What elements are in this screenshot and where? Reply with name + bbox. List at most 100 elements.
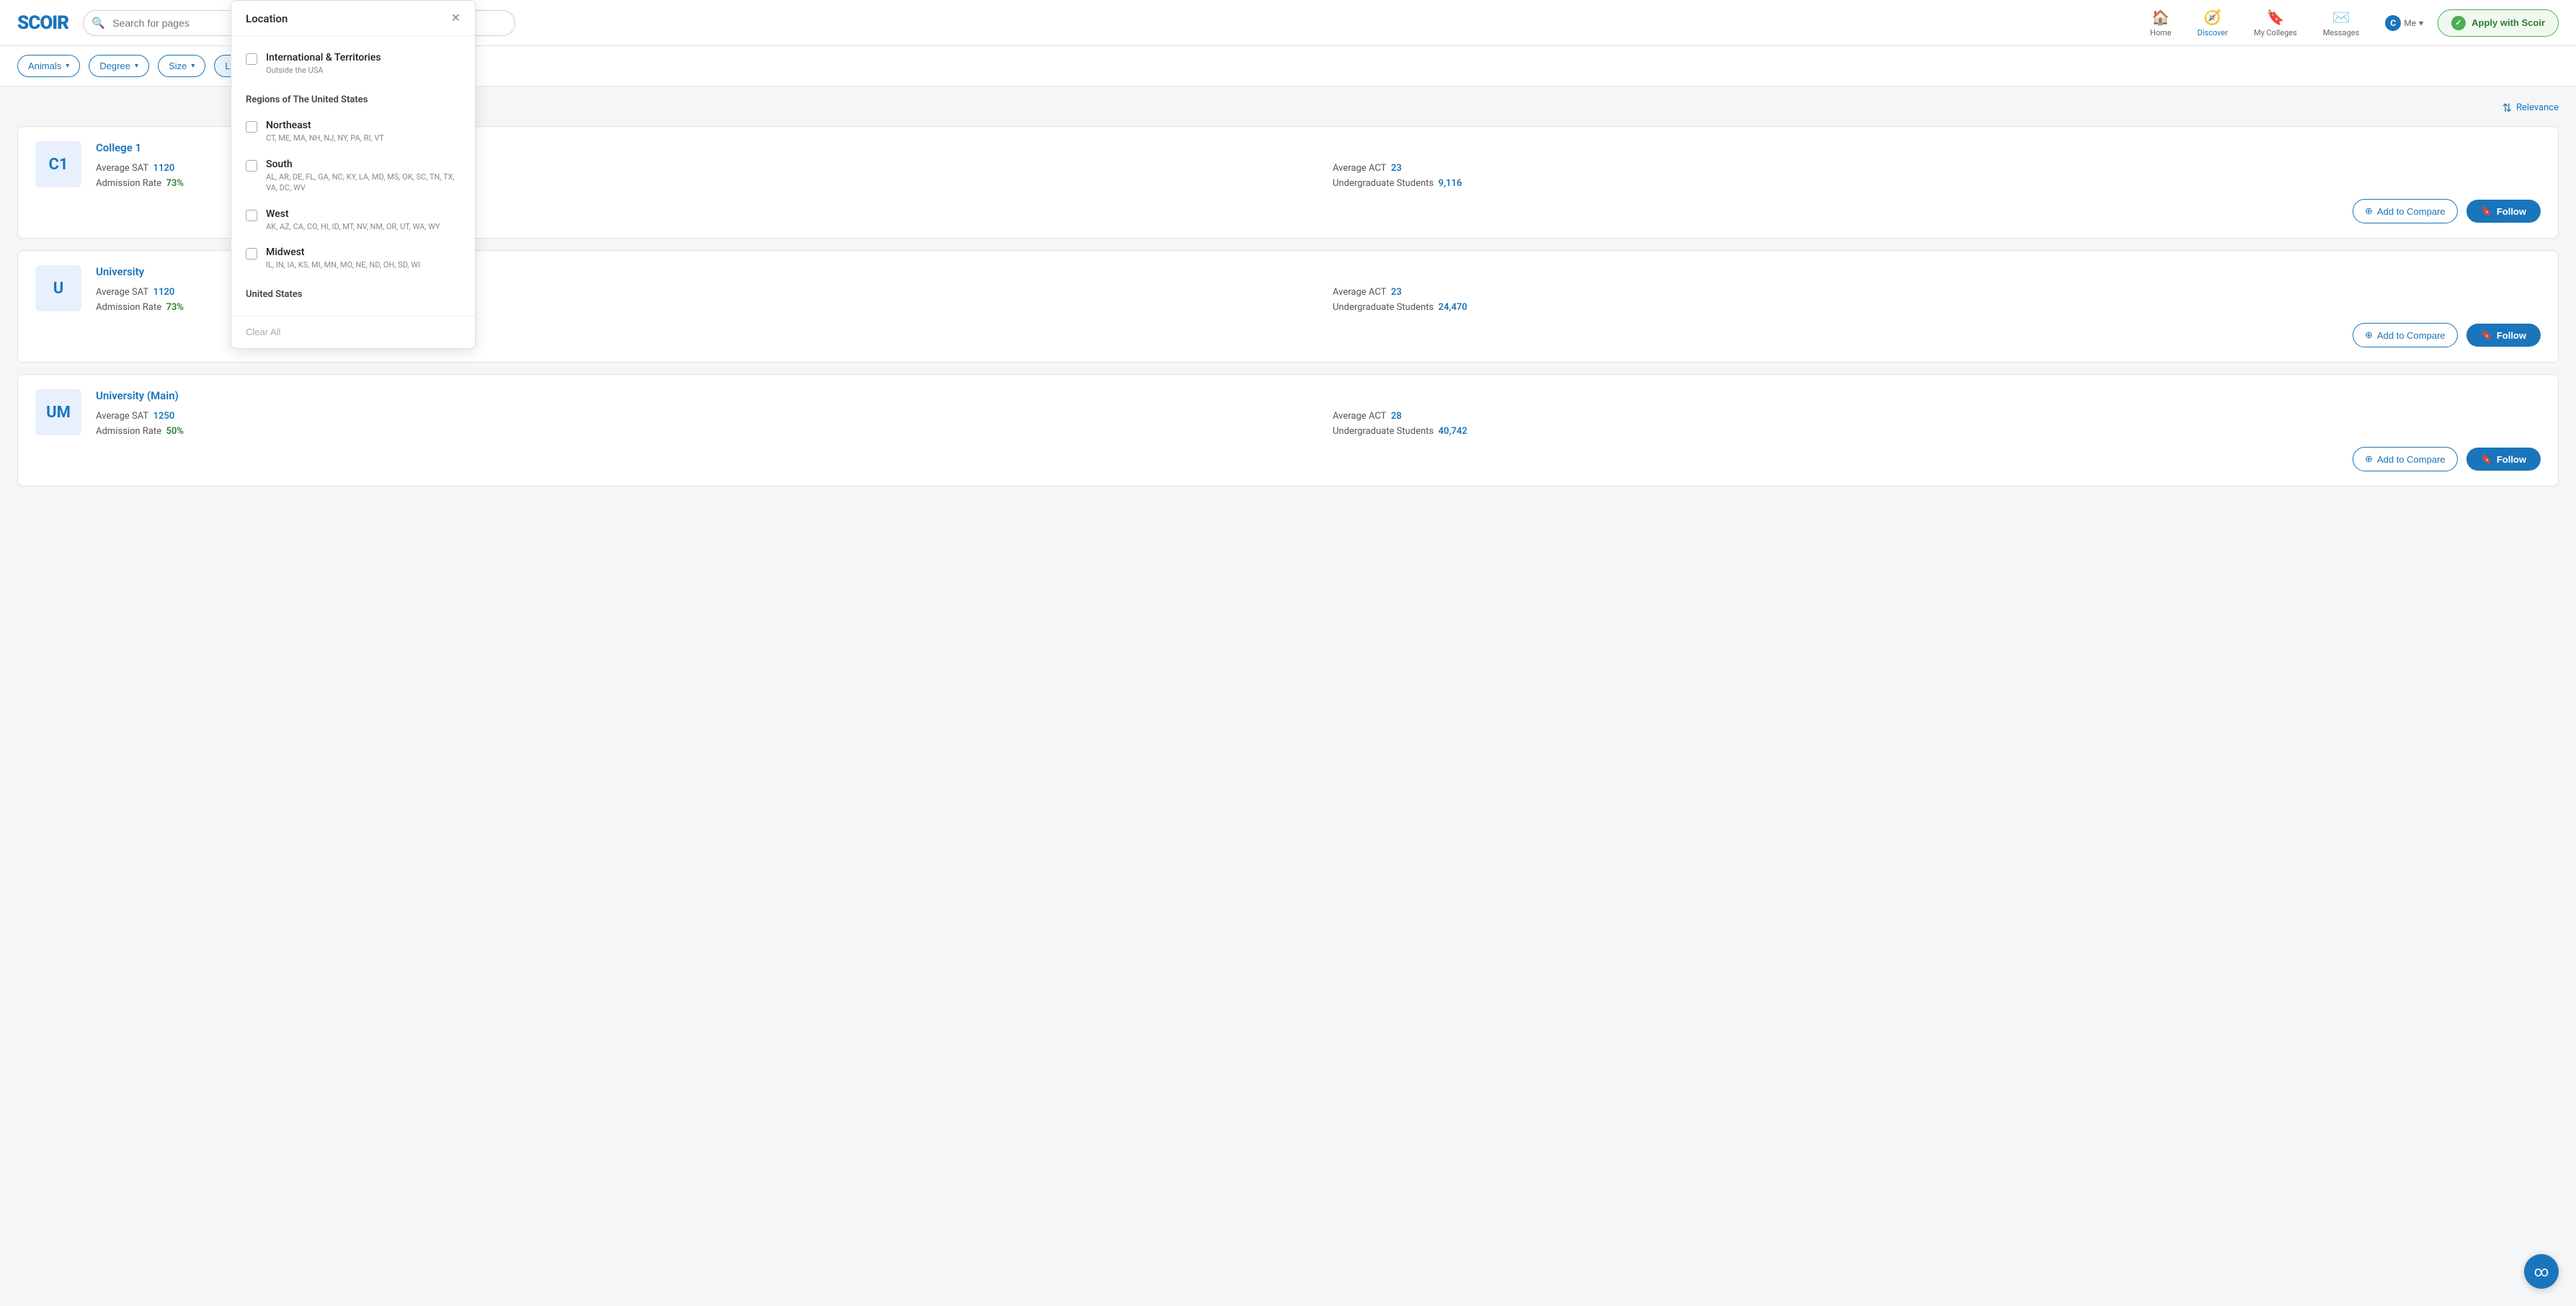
college-card-3: UM University (Main) Average SAT 1250 Av… [17, 374, 2559, 487]
plus-icon-1: ⊕ [2365, 205, 2373, 217]
size-chevron-icon: ▾ [191, 62, 195, 70]
follow-button-2[interactable]: 🔖 Follow [2466, 324, 2541, 347]
animals-chevron-icon: ▾ [66, 62, 69, 70]
admission-stat-3: Admission Rate 50% [96, 426, 1304, 437]
add-compare-button-3[interactable]: ⊕ Add to Compare [2353, 447, 2458, 471]
admission-value-1: 73% [166, 178, 183, 189]
act-value-1: 23 [1391, 163, 1402, 174]
follow-button-1[interactable]: 🔖 Follow [2466, 200, 2541, 223]
college-name-3[interactable]: University (Main) [96, 389, 2541, 402]
avatar: C [2385, 15, 2401, 31]
logo[interactable]: SCOIR [17, 12, 68, 34]
northeast-states: CT, ME, MA, NH, NJ, NY, PA, RI, VT [266, 133, 461, 143]
south-states: AL, AR, DE, FL, GA, NC, KY, LA, MD, MS, … [266, 172, 461, 194]
sat-label-1: Average SAT [96, 163, 148, 174]
degree-chevron-icon: ▾ [135, 62, 138, 70]
dropdown-header: Location ✕ [231, 1, 475, 36]
sat-stat-3: Average SAT 1250 [96, 411, 1304, 422]
us-section-label: United States [246, 289, 461, 300]
west-title: West [266, 208, 461, 220]
act-stat-3: Average ACT 28 [1333, 411, 2541, 422]
south-checkbox[interactable] [246, 160, 257, 172]
regions-section-label: Regions of The United States [246, 94, 461, 105]
add-compare-button-2[interactable]: ⊕ Add to Compare [2353, 323, 2458, 347]
undergrad-label-1: Undergraduate Students [1333, 178, 1434, 189]
option-midwest[interactable]: Midwest IL, IN, IA, KS, MI, MN, MO, NE, … [246, 239, 461, 277]
option-northeast[interactable]: Northeast CT, ME, MA, NH, NJ, NY, PA, RI… [246, 112, 461, 151]
bookmark-icon-1: 🔖 [2481, 205, 2492, 217]
option-international[interactable]: International & Territories Outside the … [246, 45, 461, 83]
northeast-checkbox[interactable] [246, 121, 257, 133]
me-chevron-icon: ▾ [2419, 18, 2423, 28]
follow-label-2: Follow [2497, 330, 2526, 341]
admission-value-3: 50% [166, 426, 183, 437]
add-compare-label-3: Add to Compare [2377, 454, 2446, 465]
follow-label-3: Follow [2497, 454, 2526, 465]
midwest-states: IL, IN, IA, KS, MI, MN, MO, NE, ND, OH, … [266, 259, 461, 270]
option-south[interactable]: South AL, AR, DE, FL, GA, NC, KY, LA, MD… [246, 151, 461, 201]
undergrad-label-3: Undergraduate Students [1333, 426, 1434, 437]
sort-icon: ⇅ [2502, 101, 2512, 115]
admission-label-3: Admission Rate [96, 426, 161, 437]
option-west[interactable]: West AK, AZ, CA, CO, HI, ID, MT, NV, NM,… [246, 201, 461, 239]
nav-my-colleges-label: My Colleges [2254, 28, 2297, 37]
undergrad-stat-3: Undergraduate Students 40,742 [1333, 426, 2541, 437]
west-states: AK, AZ, CA, CO, HI, ID, MT, NV, NM, OR, … [266, 221, 461, 232]
add-compare-label-2: Add to Compare [2377, 330, 2446, 341]
close-dropdown-button[interactable]: ✕ [451, 13, 461, 25]
college-logo-3: UM [35, 389, 81, 435]
south-title: South [266, 159, 461, 170]
northeast-title: Northeast [266, 120, 461, 131]
filter-animals[interactable]: Animals ▾ [17, 55, 80, 77]
filter-size[interactable]: Size ▾ [158, 55, 205, 77]
midwest-checkbox[interactable] [246, 248, 257, 259]
nav-me[interactable]: C Me ▾ [2385, 15, 2423, 31]
add-compare-label-1: Add to Compare [2377, 206, 2446, 217]
sat-label-2: Average SAT [96, 287, 148, 298]
nav-home[interactable]: 🏠 Home [2150, 9, 2172, 37]
international-subtitle: Outside the USA [266, 65, 461, 76]
college-logo-1: C1 [35, 141, 81, 187]
apply-label: Apply with Scoir [2471, 17, 2545, 28]
sort-control[interactable]: ⇅ Relevance [2502, 101, 2559, 115]
admission-label-2: Admission Rate [96, 302, 161, 313]
international-checkbox[interactable] [246, 53, 257, 65]
add-compare-button-1[interactable]: ⊕ Add to Compare [2353, 199, 2458, 223]
my-colleges-icon: 🔖 [2266, 9, 2284, 26]
bookmark-icon-2: 🔖 [2481, 329, 2492, 341]
act-label-3: Average ACT [1333, 411, 1386, 422]
apply-icon: ✓ [2451, 16, 2466, 30]
sort-label: Relevance [2516, 102, 2559, 113]
nav-messages-label: Messages [2323, 28, 2359, 37]
filter-degree[interactable]: Degree ▾ [89, 55, 149, 77]
help-icon: ∞ [2534, 1263, 2549, 1280]
admission-label-1: Admission Rate [96, 178, 161, 189]
filter-degree-label: Degree [99, 61, 130, 71]
nav-discover[interactable]: 🧭 Discover [2198, 9, 2228, 37]
college-logo-2: U [35, 265, 81, 311]
search-icon: 🔍 [92, 17, 105, 30]
act-stat-1: Average ACT 23 [1333, 163, 2541, 174]
apply-button[interactable]: ✓ Apply with Scoir [2438, 9, 2559, 37]
discover-icon: 🧭 [2203, 9, 2221, 26]
nav-messages[interactable]: ✉️ Messages [2323, 9, 2359, 37]
dropdown-title: Location [246, 12, 288, 25]
clear-all-button[interactable]: Clear All [246, 326, 280, 337]
filter-animals-label: Animals [28, 61, 61, 71]
home-icon: 🏠 [2151, 9, 2169, 26]
sat-value-2: 1120 [154, 287, 175, 298]
undergrad-value-1: 9,116 [1439, 178, 1462, 189]
undergrad-value-2: 24,470 [1439, 302, 1467, 313]
undergrad-value-3: 40,742 [1439, 426, 1467, 437]
act-label-2: Average ACT [1333, 287, 1386, 298]
undergrad-stat-2: Undergraduate Students 24,470 [1333, 302, 2541, 313]
follow-label-1: Follow [2497, 206, 2526, 217]
location-dropdown: Location ✕ International & Territories O… [231, 0, 476, 349]
nav-me-label: Me [2404, 18, 2416, 28]
help-button[interactable]: ∞ [2524, 1254, 2559, 1289]
plus-icon-2: ⊕ [2365, 329, 2373, 341]
follow-button-3[interactable]: 🔖 Follow [2466, 448, 2541, 471]
west-checkbox[interactable] [246, 210, 257, 221]
nav-my-colleges[interactable]: 🔖 My Colleges [2254, 9, 2297, 37]
undergrad-label-2: Undergraduate Students [1333, 302, 1434, 313]
